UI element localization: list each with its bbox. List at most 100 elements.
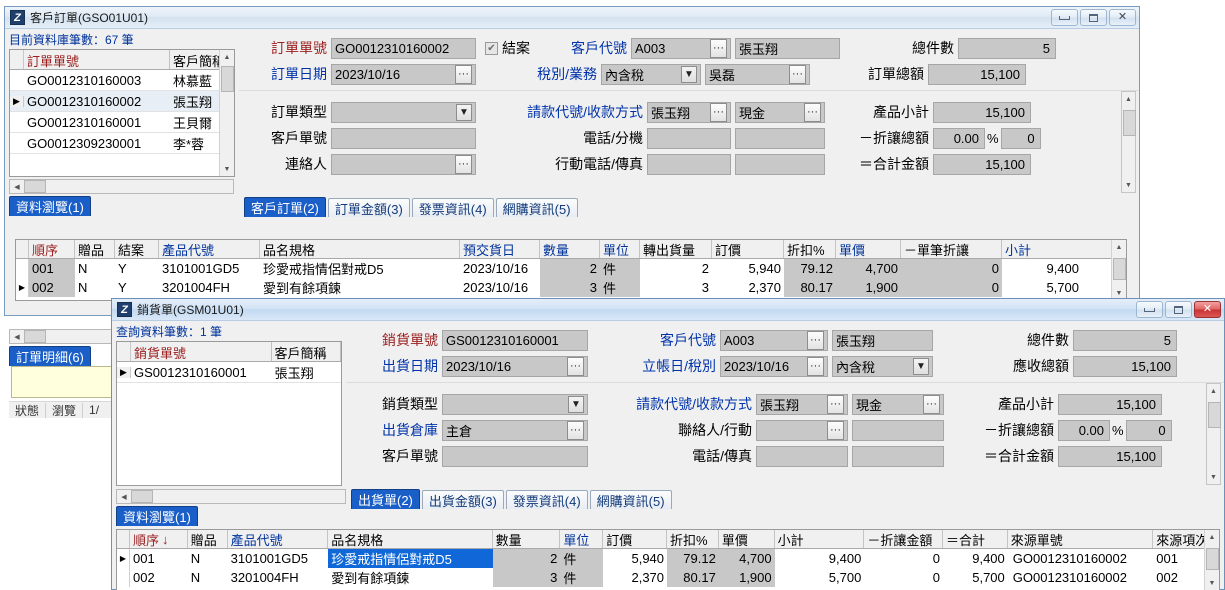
grid-col-subtotal[interactable]: 小計 bbox=[1002, 240, 1082, 258]
grid-col-unit[interactable]: 單位 bbox=[600, 240, 640, 258]
select-order-type[interactable]: ▼ bbox=[331, 101, 476, 123]
scroll-up-icon[interactable]: ▲ bbox=[1112, 240, 1127, 254]
scroll-thumb[interactable] bbox=[1206, 548, 1219, 570]
grid-col-discount-pct[interactable]: 折扣% bbox=[784, 240, 836, 258]
window2-titlebar[interactable]: Z 銷貨單(GSM01U01) ✕ bbox=[112, 299, 1224, 321]
input-contact[interactable]: ··· bbox=[756, 419, 848, 441]
scroll-thumb-h[interactable] bbox=[131, 490, 153, 503]
grid-col-list-price[interactable]: 訂價 bbox=[603, 530, 668, 548]
window1-form-scrollbar[interactable]: ▲ ▼ bbox=[1121, 91, 1136, 193]
grid-col-seq[interactable]: 順序 bbox=[29, 240, 75, 258]
grid-col-unit-price[interactable]: 單價 bbox=[719, 530, 775, 548]
tab-data-browse[interactable]: 資料瀏覽(1) bbox=[9, 196, 91, 216]
input-phone[interactable] bbox=[647, 127, 731, 149]
lookup-icon[interactable]: ··· bbox=[923, 394, 940, 414]
browse-row[interactable]: GO0012309230001 李*蓉 bbox=[10, 133, 234, 154]
input-discount-percent[interactable]: 0.00 bbox=[933, 127, 985, 149]
input-grand-total[interactable]: 15,100 bbox=[933, 153, 1031, 175]
chevron-down-icon[interactable]: ▼ bbox=[568, 395, 584, 413]
window2-form-scrollbar[interactable]: ▲ ▼ bbox=[1206, 383, 1221, 485]
tab-online-info[interactable]: 網購資訊(5) bbox=[589, 490, 672, 509]
maximize-button[interactable] bbox=[1080, 9, 1107, 26]
checkbox-closed-group[interactable]: ✔ 結案 bbox=[485, 38, 530, 58]
grid-col-line-discount[interactable]: －單筆折讓 bbox=[901, 240, 1002, 258]
input-customer-order-no[interactable] bbox=[331, 127, 476, 149]
grid-col-list-price[interactable]: 訂價 bbox=[712, 240, 784, 258]
input-mobile[interactable] bbox=[647, 153, 731, 175]
tab-invoice-info[interactable]: 發票資訊(4) bbox=[411, 198, 494, 217]
lookup-icon[interactable]: ··· bbox=[710, 38, 727, 58]
close-button[interactable]: ✕ bbox=[1109, 9, 1136, 26]
grid-col-product-code[interactable]: 產品代號 bbox=[228, 530, 329, 548]
input-mobile[interactable] bbox=[852, 419, 944, 441]
grid-col-transferred-qty[interactable]: 轉出貨量 bbox=[640, 240, 712, 258]
table-row[interactable]: ▶ 001 N 3101001GD5 珍愛戒指情侶對戒D5 2 件 5,940 … bbox=[117, 549, 1219, 568]
scroll-up-icon[interactable]: ▲ bbox=[1121, 92, 1136, 106]
table-row[interactable]: ▶ 002 N Y 3201004FH 愛到有餘項鍊 2023/10/16 3 … bbox=[16, 278, 1126, 297]
input-customer-name[interactable]: 張玉翔 bbox=[735, 37, 840, 59]
lookup-icon[interactable]: ··· bbox=[804, 102, 821, 122]
grid-col-seq[interactable]: 順序 ↓ bbox=[130, 530, 188, 548]
input-discount-amount[interactable]: 0 bbox=[1125, 419, 1172, 441]
window2-browse-horizontal-scrollbar[interactable]: ◀ bbox=[116, 489, 346, 504]
grid-col-subtotal[interactable]: 小計 bbox=[775, 530, 865, 548]
input-contact[interactable]: ··· bbox=[331, 153, 476, 175]
select-tax-type[interactable]: 內含稅 ▼ bbox=[832, 355, 933, 377]
window1-browse-grid[interactable]: 訂單單號 客戶簡稱 GO0012310160003 林慕藍 ▶ GO001231… bbox=[9, 49, 235, 177]
input-warehouse[interactable]: 主倉 ··· bbox=[442, 419, 588, 441]
grid-col-product-name[interactable]: 品名規格 bbox=[260, 240, 460, 258]
table-row[interactable]: 001 N Y 3101001GD5 珍愛戒指情侶對戒D5 2023/10/16… bbox=[16, 259, 1126, 278]
tab-customer-order[interactable]: 客戶訂單(2) bbox=[244, 197, 326, 217]
input-customer-order-no[interactable] bbox=[442, 445, 588, 467]
window2-detail-grid[interactable]: 順序 ↓ 贈品 產品代號 品名規格 數量 單位 訂價 折扣% 單價 小計 －折讓… bbox=[116, 529, 1220, 590]
grid-col-qty[interactable]: 數量 bbox=[493, 530, 561, 548]
input-customer-name[interactable]: 張玉翔 bbox=[832, 329, 933, 351]
tab-invoice-info[interactable]: 發票資訊(4) bbox=[505, 490, 588, 509]
browse-col-order-no[interactable]: 訂單單號 bbox=[24, 50, 170, 69]
grid-col-delivery-date[interactable]: 預交貨日 bbox=[460, 240, 540, 258]
input-payment-method[interactable]: 現金 ··· bbox=[735, 101, 825, 123]
scroll-left-icon[interactable]: ◀ bbox=[117, 490, 131, 504]
tab-data-browse[interactable]: 資料瀏覽(1) bbox=[116, 506, 198, 526]
browse-row[interactable]: ▶ GS0012310160001 張玉翔 bbox=[117, 362, 341, 383]
chevron-down-icon[interactable]: ▼ bbox=[456, 103, 472, 121]
browse-horizontal-scrollbar[interactable]: ◀ bbox=[9, 179, 234, 194]
browse-row[interactable]: GO0012310160003 林慕藍 bbox=[10, 70, 234, 91]
calendar-lookup-icon[interactable]: ··· bbox=[567, 356, 584, 376]
scroll-thumb-h[interactable] bbox=[24, 330, 46, 343]
input-sales-no[interactable]: GS0012310160001 bbox=[442, 329, 588, 351]
lookup-icon[interactable]: ··· bbox=[789, 64, 806, 84]
scroll-thumb[interactable] bbox=[1113, 258, 1126, 280]
input-subtotal[interactable]: 15,100 bbox=[1058, 393, 1162, 415]
tab-shipping-amount[interactable]: 出貨金額(3) bbox=[421, 490, 504, 509]
window1-grid-vertical-scrollbar[interactable]: ▲ ▼ bbox=[1111, 240, 1126, 300]
window1-detail-grid[interactable]: 順序 贈品 結案 產品代號 品名規格 預交貨日 數量 單位 轉出貨量 訂價 折扣… bbox=[15, 239, 1127, 301]
window-customer-order[interactable]: Z 客戶訂單(GSO01U01) ✕ 目前資料庫筆數：67 筆 訂單單號 客戶簡… bbox=[4, 6, 1140, 418]
memo-box[interactable] bbox=[11, 366, 117, 398]
window2-browse-grid[interactable]: 銷貨單號 客戶簡稱 ▶ GS0012310160001 張玉翔 bbox=[116, 341, 342, 486]
input-billing-code[interactable]: 張玉翔 ··· bbox=[756, 393, 848, 415]
input-post-date[interactable]: 2023/10/16 ··· bbox=[720, 355, 828, 377]
scroll-thumb[interactable] bbox=[221, 66, 234, 92]
input-total-qty[interactable]: 5 bbox=[1073, 329, 1177, 351]
grid-col-discount-amount[interactable]: －折讓金額 bbox=[864, 530, 944, 548]
input-phone[interactable] bbox=[756, 445, 848, 467]
input-salesperson[interactable]: 吳磊 ··· bbox=[705, 63, 810, 85]
browse-col-customer-name[interactable]: 客戶簡稱 bbox=[272, 342, 341, 361]
scroll-thumb[interactable] bbox=[1123, 110, 1136, 136]
input-total-qty[interactable]: 5 bbox=[958, 37, 1056, 59]
tab-order-detail[interactable]: 訂單明細(6) bbox=[9, 346, 91, 366]
grid-col-gift[interactable]: 贈品 bbox=[75, 240, 115, 258]
browse-row[interactable]: ▶ GO0012310160002 張玉翔 bbox=[10, 91, 234, 112]
calendar-lookup-icon[interactable]: ··· bbox=[807, 356, 824, 376]
chevron-down-icon[interactable]: ▼ bbox=[681, 65, 697, 83]
tab-shipping-order[interactable]: 出貨單(2) bbox=[351, 489, 420, 509]
scroll-left-icon[interactable]: ◀ bbox=[10, 180, 24, 194]
lookup-icon[interactable]: ··· bbox=[567, 420, 584, 440]
input-ship-date[interactable]: 2023/10/16 ··· bbox=[442, 355, 588, 377]
window2-grid-vertical-scrollbar[interactable]: ▲ ▼ bbox=[1204, 530, 1219, 590]
input-fax[interactable] bbox=[735, 153, 825, 175]
browse-col-sales-no[interactable]: 銷貨單號 bbox=[131, 342, 272, 361]
scroll-thumb-h[interactable] bbox=[24, 180, 46, 193]
detail-horizontal-scrollbar[interactable]: ◀ bbox=[9, 329, 121, 344]
